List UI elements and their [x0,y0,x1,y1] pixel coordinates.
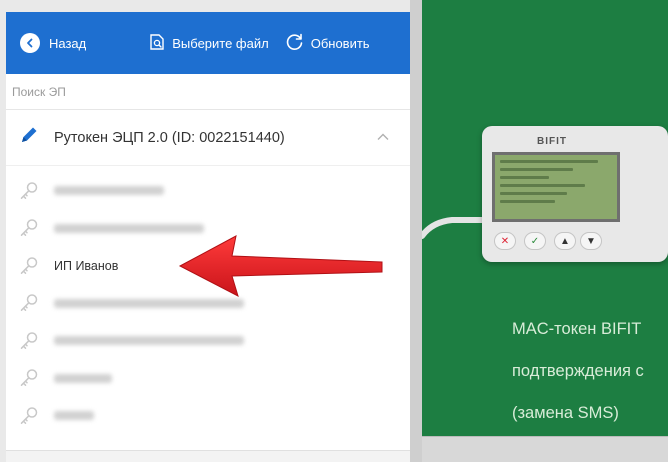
device-brand: BIFIT [537,136,567,147]
back-label: Назад [49,35,87,51]
refresh-icon [285,32,305,55]
key-name: ИП Иванов [54,258,119,273]
usb-cable-image [422,217,482,239]
promo-line: подтверждения с [512,362,644,380]
refresh-label: Обновить [310,35,370,51]
key-icon [18,180,40,202]
pen-icon [18,124,40,151]
redacted-key-name [54,186,164,196]
back-button[interactable]: Назад [20,33,86,53]
key-icon [18,405,40,427]
choose-file-label: Выберите файл [172,35,269,51]
red-arrow-annotation [178,235,383,297]
token-row[interactable]: Рутокен ЭЦП 2.0 (ID: 0022151440) [6,110,410,166]
key-icon [18,217,40,239]
key-icon [18,367,40,389]
panel-footer [6,450,410,462]
redacted-key-name [54,336,244,346]
redacted-key-name [54,298,244,308]
token-name: Рутокен ЭЦП 2.0 (ID: 0022151440) [54,129,285,146]
refresh-button[interactable]: Обновить [285,32,370,55]
chevron-up-icon[interactable] [376,129,390,147]
key-icon [18,255,40,277]
promo-line: MAC-токен BIFIT [512,320,642,338]
key-icon [18,292,40,314]
promo-text: MAC-токен BIFIT подтверждения с (замена … [512,298,668,445]
key-icon [18,330,40,352]
search-label-text: Поиск ЭП [12,84,66,99]
mac-token-device-image: BIFIT ✕ ✓ ▲ ▼ [482,126,668,262]
redacted-key-name [54,373,112,383]
signature-search-label[interactable]: Поиск ЭП [6,74,410,110]
down-arrow-icon: ▼ [580,232,602,250]
promo-panel: BIFIT ✕ ✓ ▲ ▼ MAC-токен BIFIT подтвержде… [422,0,668,462]
redacted-key-name [54,411,94,421]
key-item[interactable] [6,397,410,435]
screen: Назад Выберите файл Обновить Поиск ЭП Ру… [0,0,668,462]
up-arrow-icon: ▲ [554,232,576,250]
file-search-icon [148,33,166,54]
back-arrow-icon [20,33,40,53]
toolbar: Назад Выберите файл Обновить [6,12,410,74]
key-item[interactable] [6,172,410,210]
choose-file-button[interactable]: Выберите файл [148,33,269,54]
panel-divider [410,0,422,462]
promo-line: (замена SMS) [512,404,619,422]
confirm-check-icon: ✓ [524,232,546,250]
device-screen [492,152,620,222]
cancel-cross-icon: ✕ [494,232,516,250]
key-list: ИП Иванов [6,166,410,435]
promo-footer [422,436,668,462]
key-item[interactable] [6,322,410,360]
key-item[interactable] [6,360,410,398]
